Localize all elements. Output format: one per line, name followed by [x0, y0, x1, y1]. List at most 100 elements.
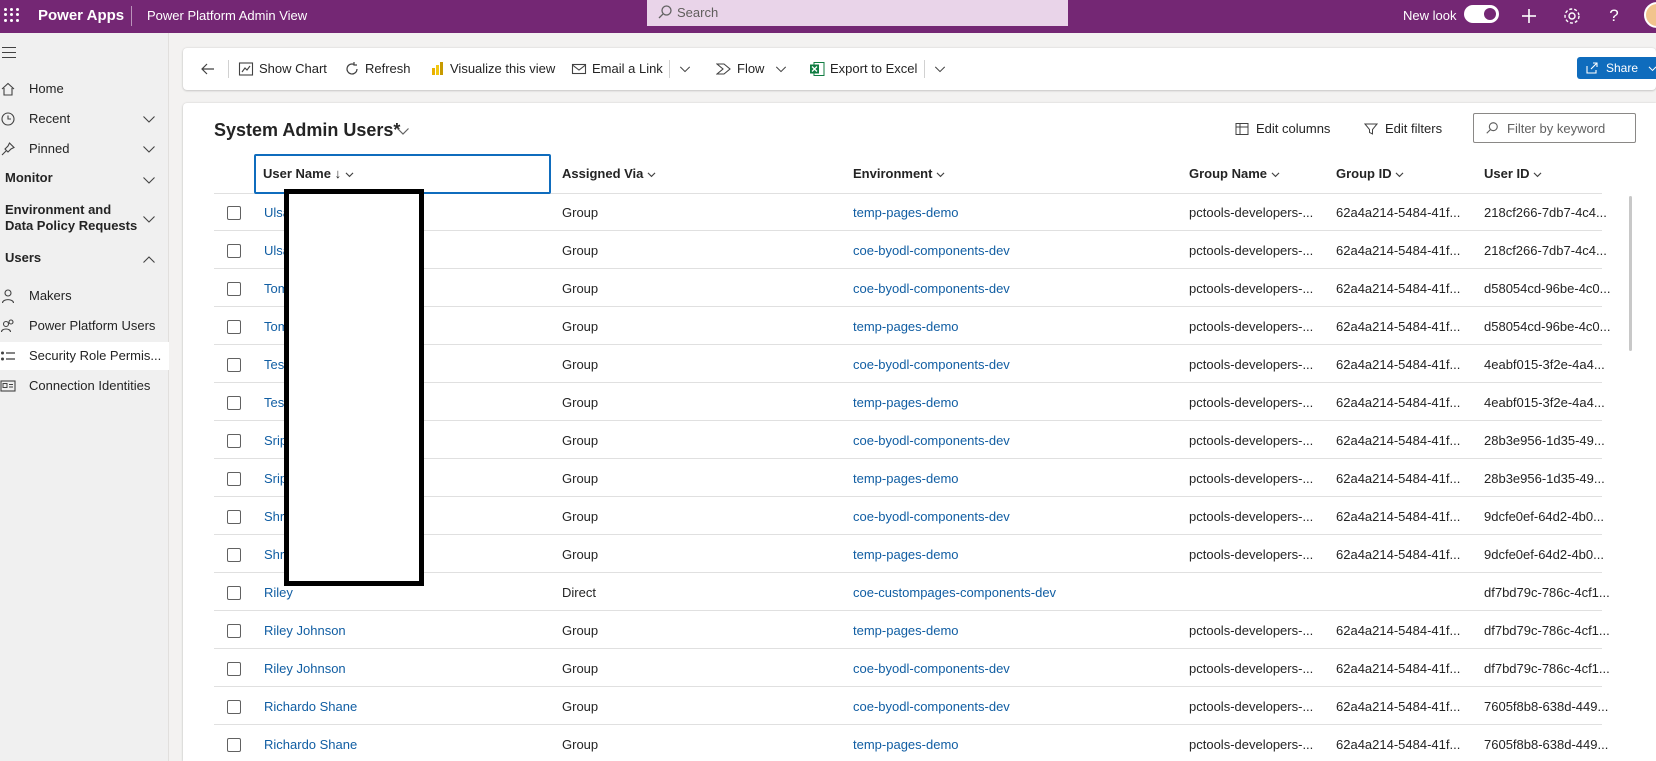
group-name-cell: pctools-developers-... — [1189, 433, 1314, 448]
gear-icon[interactable] — [1561, 5, 1583, 27]
chevron-down-icon[interactable] — [142, 112, 156, 126]
share-label: Share — [1606, 61, 1639, 75]
environment-link[interactable]: coe-byodl-components-dev — [853, 271, 1010, 307]
chevron-down-icon[interactable] — [142, 142, 156, 156]
row-checkbox[interactable] — [227, 206, 241, 220]
user-name-link[interactable]: Riley Johnson — [264, 613, 544, 649]
environment-link[interactable]: coe-byodl-components-dev — [853, 233, 1010, 269]
environment-link[interactable]: temp-pages-demo — [853, 727, 959, 761]
assigned-via-cell: Group — [562, 699, 599, 714]
column-header-user-name[interactable]: User Name ↓ — [254, 154, 551, 194]
chevron-up-icon[interactable] — [142, 253, 156, 267]
environment-link[interactable]: coe-custompages-components-dev — [853, 575, 1056, 611]
table-row[interactable]: Richardo Shane Group temp-pages-demo pctool… — [214, 727, 1608, 761]
assigned-via-cell: Group — [562, 395, 599, 410]
flow-label: Flow — [737, 61, 765, 76]
nav-section-monitor[interactable]: Monitor — [5, 170, 155, 190]
chart-icon — [238, 62, 254, 76]
environment-link[interactable]: temp-pages-demo — [853, 461, 959, 497]
environment-link[interactable]: coe-byodl-components-dev — [853, 689, 1010, 725]
nav-item-recent[interactable]: Recent — [0, 105, 169, 133]
nav-label: Home — [29, 81, 64, 96]
keyword-filter-input[interactable]: Filter by keyword — [1473, 113, 1636, 143]
column-header-group-name[interactable]: Group Name — [1189, 154, 1280, 194]
group-name-cell: pctools-developers-... — [1189, 319, 1314, 334]
separator — [669, 60, 670, 78]
chevron-down-icon — [1533, 172, 1542, 178]
command-bar: Show Chart Refresh Visualize this view E… — [183, 48, 1656, 90]
environment-link[interactable]: temp-pages-demo — [853, 309, 959, 345]
nav-item-power-platform-users[interactable]: Power Platform Users — [0, 312, 169, 340]
row-checkbox[interactable] — [227, 320, 241, 334]
export-dropdown[interactable] — [934, 48, 948, 90]
environment-link[interactable]: coe-byodl-components-dev — [853, 651, 1010, 687]
chevron-down-icon[interactable] — [142, 212, 156, 226]
nav-item-makers[interactable]: Makers — [0, 282, 169, 310]
email-icon — [571, 63, 587, 75]
row-checkbox[interactable] — [227, 662, 241, 676]
group-id-cell: 62a4a214-5484-41f... — [1336, 395, 1461, 410]
environment-link[interactable]: coe-byodl-components-dev — [853, 347, 1010, 383]
row-checkbox[interactable] — [227, 624, 241, 638]
avatar[interactable] — [1644, 2, 1656, 28]
row-checkbox[interactable] — [227, 510, 241, 524]
row-checkbox[interactable] — [227, 282, 241, 296]
nav-section-environment-requests[interactable]: Environment and Data Policy Requests — [5, 202, 155, 238]
nav-item-security-role-permissions[interactable]: Security Role Permis... — [0, 342, 169, 370]
row-checkbox[interactable] — [227, 358, 241, 372]
environment-link[interactable]: temp-pages-demo — [853, 385, 959, 421]
refresh-icon — [346, 62, 358, 75]
row-checkbox[interactable] — [227, 738, 241, 752]
nav-item-pinned[interactable]: Pinned — [0, 135, 169, 163]
app-name[interactable]: Power Apps — [38, 6, 124, 26]
waffle-icon[interactable] — [2, 6, 20, 24]
column-header-group-id[interactable]: Group ID — [1336, 154, 1404, 194]
row-checkbox[interactable] — [227, 700, 241, 714]
group-name-cell: pctools-developers-... — [1189, 395, 1314, 410]
row-checkbox[interactable] — [227, 244, 241, 258]
nav-label: Security Role Permis... — [29, 348, 162, 363]
row-checkbox[interactable] — [227, 472, 241, 486]
new-look-toggle[interactable] — [1464, 5, 1499, 23]
row-checkbox[interactable] — [227, 586, 241, 600]
column-header-assigned-via[interactable]: Assigned Via — [562, 154, 656, 194]
environment-link[interactable]: temp-pages-demo — [853, 537, 959, 573]
nav-item-home[interactable]: Home — [0, 75, 169, 103]
group-name-cell: pctools-developers-... — [1189, 623, 1314, 638]
share-button[interactable]: Share — [1577, 57, 1656, 79]
view-title[interactable]: System Admin Users* — [214, 118, 400, 142]
plus-icon[interactable] — [1518, 5, 1540, 27]
more-commands-dropdown[interactable] — [679, 48, 693, 90]
user-name-link[interactable]: Riley Johnson — [264, 651, 544, 687]
row-checkbox[interactable] — [227, 434, 241, 448]
chevron-down-icon[interactable] — [142, 173, 156, 187]
environment-link[interactable]: temp-pages-demo — [853, 195, 959, 231]
environment-link[interactable]: coe-byodl-components-dev — [853, 499, 1010, 535]
nav-item-connection-identities[interactable]: Connection Identities — [0, 372, 169, 400]
table-row[interactable]: Riley Johnson Group temp-pages-demo pctools… — [214, 613, 1610, 649]
vertical-scrollbar[interactable] — [1629, 196, 1632, 351]
user-name-link[interactable]: Richardo Shane — [264, 689, 544, 725]
table-row[interactable]: Riley Johnson Group coe-byodl-components-d… — [214, 651, 1610, 687]
environment-link[interactable]: temp-pages-demo — [853, 613, 959, 649]
row-checkbox[interactable] — [227, 396, 241, 410]
section-label: Monitor — [5, 170, 53, 185]
global-search-input[interactable]: Search — [647, 0, 1068, 26]
chevron-down-icon[interactable] — [396, 124, 410, 138]
chevron-down-icon — [1648, 66, 1656, 72]
back-button[interactable] — [200, 48, 216, 90]
hamburger-menu-icon[interactable] — [2, 47, 16, 59]
table-row[interactable]: Richardo Shane Group coe-byodl-components-… — [214, 689, 1608, 725]
column-header-environment[interactable]: Environment — [853, 154, 945, 194]
help-icon[interactable]: ? — [1603, 5, 1625, 27]
top-bar: Power Apps Power Platform Admin View Sea… — [0, 0, 1656, 33]
flow-dropdown[interactable] — [775, 48, 789, 90]
row-checkbox[interactable] — [227, 548, 241, 562]
group-id-cell: 62a4a214-5484-41f... — [1336, 243, 1461, 258]
assigned-via-cell: Group — [562, 623, 599, 638]
excel-icon — [810, 62, 825, 76]
user-name-link[interactable]: Richardo Shane — [264, 727, 544, 761]
column-header-user-id[interactable]: User ID — [1484, 154, 1542, 194]
nav-section-users[interactable]: Users — [5, 250, 155, 270]
environment-link[interactable]: coe-byodl-components-dev — [853, 423, 1010, 459]
